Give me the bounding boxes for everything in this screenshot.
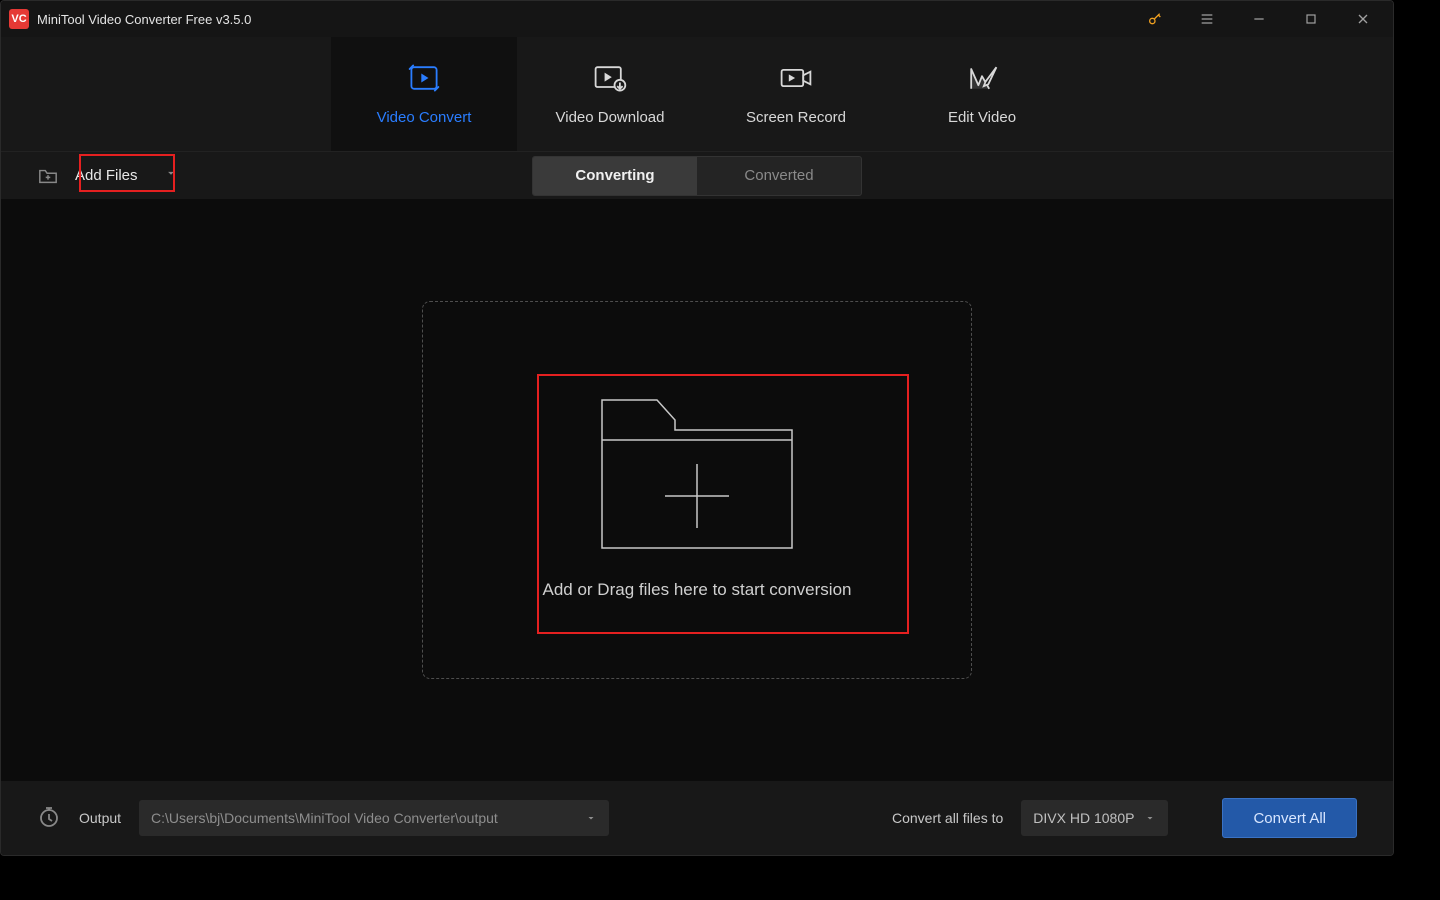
add-files-dropdown[interactable] xyxy=(164,166,178,185)
app-logo-icon: VC xyxy=(9,9,29,29)
tab-label: Edit Video xyxy=(948,109,1016,126)
minimize-button[interactable] xyxy=(1237,1,1281,37)
tab-edit-video[interactable]: Edit Video xyxy=(889,37,1075,151)
tab-converting[interactable]: Converting xyxy=(533,157,697,195)
maximize-button[interactable] xyxy=(1289,1,1333,37)
convert-all-button[interactable]: Convert All xyxy=(1222,798,1357,838)
folder-add-icon xyxy=(592,380,802,550)
chevron-down-icon xyxy=(585,812,597,824)
output-format-value: DIVX HD 1080P xyxy=(1033,810,1134,826)
output-format-select[interactable]: DIVX HD 1080P xyxy=(1021,800,1168,836)
tab-converted[interactable]: Converted xyxy=(697,157,861,195)
add-files-button[interactable]: Add Files xyxy=(65,161,148,190)
tab-label: Video Download xyxy=(556,109,665,126)
output-path-select[interactable]: C:\Users\bj\Documents\MiniTool Video Con… xyxy=(139,800,609,836)
close-button[interactable] xyxy=(1341,1,1385,37)
download-icon xyxy=(592,63,628,93)
app-window: VC MiniTool Video Converter Free v3.5.0 xyxy=(0,0,1394,856)
bottom-bar: Output C:\Users\bj\Documents\MiniTool Vi… xyxy=(1,781,1393,855)
output-label: Output xyxy=(79,810,121,826)
tab-video-convert[interactable]: Video Convert xyxy=(331,37,517,151)
history-icon[interactable] xyxy=(37,805,61,832)
edit-icon xyxy=(964,63,1000,93)
content-area: Add or Drag files here to start conversi… xyxy=(1,199,1393,781)
record-icon xyxy=(778,63,814,93)
feature-tabs: Video Convert Video Download Screen Reco… xyxy=(1,37,1393,151)
chevron-down-icon xyxy=(1144,812,1156,824)
app-title: MiniTool Video Converter Free v3.5.0 xyxy=(37,12,251,27)
add-files-bar: Add Files Converting Converted xyxy=(1,151,1393,199)
tab-label: Video Convert xyxy=(377,109,472,126)
tab-video-download[interactable]: Video Download xyxy=(517,37,703,151)
tab-screen-record[interactable]: Screen Record xyxy=(703,37,889,151)
drop-zone[interactable]: Add or Drag files here to start conversi… xyxy=(422,301,972,679)
add-folder-icon[interactable] xyxy=(37,166,59,186)
output-path-value: C:\Users\bj\Documents\MiniTool Video Con… xyxy=(151,810,498,826)
convert-all-files-to-label: Convert all files to xyxy=(892,810,1003,826)
menu-icon[interactable] xyxy=(1185,1,1229,37)
convert-icon xyxy=(406,63,442,93)
titlebar: VC MiniTool Video Converter Free v3.5.0 xyxy=(1,1,1393,37)
status-tabs: Converting Converted xyxy=(532,156,862,196)
drop-zone-text: Add or Drag files here to start conversi… xyxy=(543,580,852,600)
upgrade-key-icon[interactable] xyxy=(1133,1,1177,37)
drop-zone-inner: Add or Drag files here to start conversi… xyxy=(543,380,852,600)
tab-label: Screen Record xyxy=(746,109,846,126)
